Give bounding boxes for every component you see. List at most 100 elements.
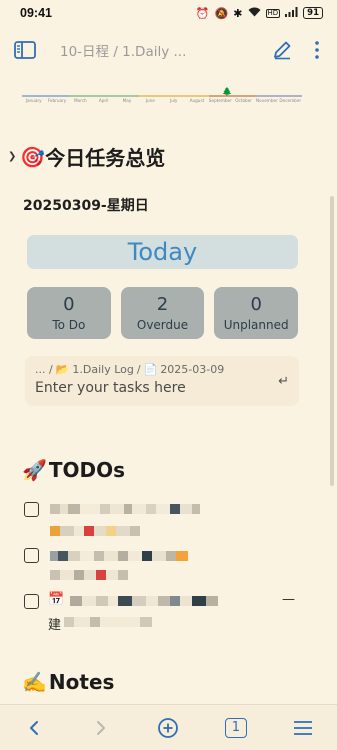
timeline-segment [231, 95, 256, 97]
stat-todo[interactable]: 0 To Do [27, 287, 111, 339]
timeline-segment [138, 95, 162, 97]
more-button[interactable] [309, 37, 325, 63]
path-prefix: ... / [35, 363, 53, 376]
status-icons: ⏰ 🔕 ✱ HD 91 [196, 7, 323, 19]
calendar-icon: 📅 [48, 592, 65, 607]
more-icon [315, 41, 319, 59]
timeline-month-label: April [98, 98, 109, 103]
edit-icon [274, 41, 291, 60]
stat-overdue-label: Overdue [136, 318, 189, 332]
timeline-months: January February March April May June July Augu… [22, 98, 302, 103]
timeline-month-label: January [25, 98, 42, 103]
path-file: 2025-03-09 [160, 363, 225, 376]
alarm-icon: ⏰ [195, 6, 210, 20]
app-bar: 10-日程 / 1.Daily ... [0, 28, 337, 72]
timeline-month-label: August [189, 98, 205, 103]
timeline-segment [68, 95, 92, 97]
stat-overdue[interactable]: 2 Overdue [120, 287, 205, 339]
year-timeline: January February March April May June July Augu… [22, 87, 302, 104]
timeline-month-label: October [235, 98, 252, 103]
notes-heading-text: Notes [48, 670, 115, 694]
timeline-month-label: June [145, 98, 155, 103]
task-path: ... / 📂 1.Daily Log / 📄 2025-03-09 [35, 363, 289, 376]
todo-line2-start: 建 [48, 618, 62, 633]
timeline-month-label: November [256, 98, 278, 103]
task-stats: 0 To Do 2 Overdue 0 Unplanned [27, 287, 299, 339]
forward-icon [97, 720, 106, 735]
task-input[interactable]: Enter your tasks here [35, 380, 289, 396]
collapse-chevron-icon[interactable]: ❯ [8, 151, 16, 162]
target-icon: 🎯 [20, 144, 46, 169]
stat-overdue-count: 2 [156, 294, 169, 315]
bluetooth-icon: ✱ [233, 6, 243, 20]
new-tab-icon [158, 717, 179, 738]
timeline-segment [45, 95, 69, 97]
sidebar-icon [14, 41, 36, 59]
path-folder: 1.Daily Log [72, 363, 134, 376]
timeline-month-label: September [208, 98, 232, 103]
timeline-month-label: March [73, 98, 87, 103]
timeline-segment [278, 95, 302, 97]
menu-button[interactable] [287, 712, 319, 744]
timeline-segment [255, 95, 279, 97]
signal-icon [285, 7, 298, 19]
todo-suffix: — [282, 592, 295, 607]
edit-button[interactable] [269, 37, 295, 63]
notes-heading: ✍️ Notes [22, 670, 114, 694]
back-button[interactable] [18, 712, 50, 744]
redacted-text [64, 617, 152, 627]
path-separator: / [136, 363, 141, 376]
file-icon: 📄 [143, 363, 158, 376]
timeline-month-label: February [47, 98, 67, 103]
overview-heading: ❯ 🎯 今日任务总览 [8, 142, 165, 171]
redacted-text [50, 551, 188, 561]
page-breadcrumb[interactable]: 10-日程 / 1.Daily ... [60, 40, 269, 60]
status-bar: 09:41 ⏰ 🔕 ✱ HD 91 [0, 0, 337, 26]
new-tab-button[interactable] [152, 712, 184, 744]
redacted-text [50, 570, 128, 580]
wifi-icon [248, 7, 261, 19]
stat-todo-label: To Do [52, 318, 86, 332]
folder-icon: 📂 [55, 363, 70, 376]
menu-icon [294, 720, 313, 735]
todo-checkbox[interactable] [24, 502, 39, 517]
tabs-button[interactable]: 1 [220, 712, 252, 744]
redacted-text [50, 504, 200, 514]
task-input-box[interactable]: ... / 📂 1.Daily Log / 📄 2025-03-09 Enter… [25, 356, 299, 406]
stat-unplanned[interactable]: 0 Unplanned [214, 287, 299, 339]
today-button[interactable]: Today [27, 235, 298, 269]
hd-icon: HD [265, 8, 281, 18]
timeline-segment [91, 95, 116, 97]
enter-icon[interactable]: ↵ [278, 374, 289, 389]
todos-heading: 🚀 TODOs [22, 458, 125, 482]
overview-heading-text: 今日任务总览 [45, 146, 166, 170]
timeline-segment [115, 95, 139, 97]
redacted-text [50, 526, 140, 536]
timeline-month-label: May [122, 98, 132, 103]
back-icon [29, 720, 38, 735]
todo-checkbox[interactable] [24, 594, 39, 609]
todo-checkbox[interactable] [24, 548, 39, 563]
todo-item [24, 548, 39, 563]
stat-todo-count: 0 [63, 294, 75, 315]
battery-indicator: 91 [303, 7, 323, 19]
timeline-segment [22, 95, 46, 97]
redacted-text [70, 596, 218, 606]
timeline-bar [22, 95, 302, 97]
stat-unplanned-label: Unplanned [223, 318, 289, 332]
scrollbar[interactable] [330, 196, 334, 486]
date-title: 20250309-星期日 [23, 198, 149, 214]
forward-button[interactable] [85, 712, 117, 744]
sidebar-toggle-button[interactable] [12, 37, 38, 63]
timeline-month-label: July [169, 98, 178, 103]
timeline-month-label: December [279, 98, 302, 103]
todo-item [24, 502, 39, 517]
status-time: 09:41 [20, 6, 52, 20]
writing-hand-icon: ✍️ [22, 670, 47, 694]
silent-icon: 🔕 [214, 6, 229, 20]
stat-unplanned-count: 0 [250, 294, 262, 315]
todo-item [24, 594, 39, 609]
todos-heading-text: TODOs [48, 458, 126, 482]
timeline-segment [161, 95, 186, 97]
bottom-toolbar: 1 [0, 704, 337, 750]
